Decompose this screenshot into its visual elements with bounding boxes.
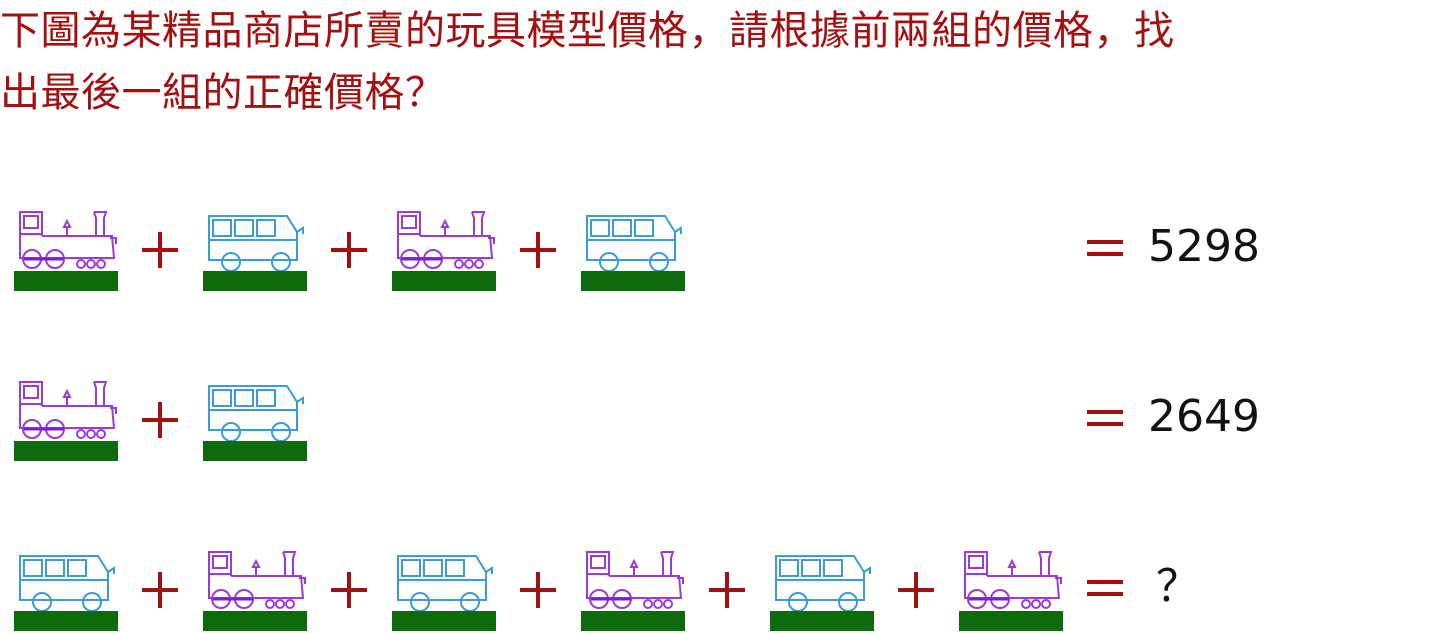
bus-icon	[14, 548, 118, 633]
plus-sign	[331, 572, 367, 608]
bus-icon	[392, 548, 496, 633]
result-value: 2649	[1148, 391, 1260, 442]
bus-icon	[203, 208, 307, 293]
equals-sign	[1087, 240, 1123, 256]
train-icon	[959, 548, 1063, 633]
equals-sign	[1087, 410, 1123, 426]
equals-sign	[1087, 580, 1123, 596]
plus-sign	[898, 572, 934, 608]
plus-sign	[142, 232, 178, 268]
train-icon	[392, 208, 496, 293]
train-icon	[14, 378, 118, 463]
plus-sign	[331, 232, 367, 268]
question-text: 下圖為某精品商店所賣的玩具模型價格，請根據前兩組的價格，找 出最後一組的正確價格…	[0, 0, 1456, 124]
plus-sign	[142, 402, 178, 438]
plus-sign	[520, 232, 556, 268]
question-line-1: 下圖為某精品商店所賣的玩具模型價格，請根據前兩組的價格，找	[0, 8, 1175, 54]
result-value: ？	[1156, 561, 1200, 612]
result-value: 5298	[1148, 221, 1260, 272]
question-line-2: 出最後一組的正確價格？	[0, 70, 446, 116]
train-icon	[203, 548, 307, 633]
bus-icon	[581, 208, 685, 293]
bus-icon	[770, 548, 874, 633]
train-icon	[14, 208, 118, 293]
plus-sign	[709, 572, 745, 608]
plus-sign	[520, 572, 556, 608]
bus-icon	[203, 378, 307, 463]
plus-sign	[142, 572, 178, 608]
train-icon	[581, 548, 685, 633]
